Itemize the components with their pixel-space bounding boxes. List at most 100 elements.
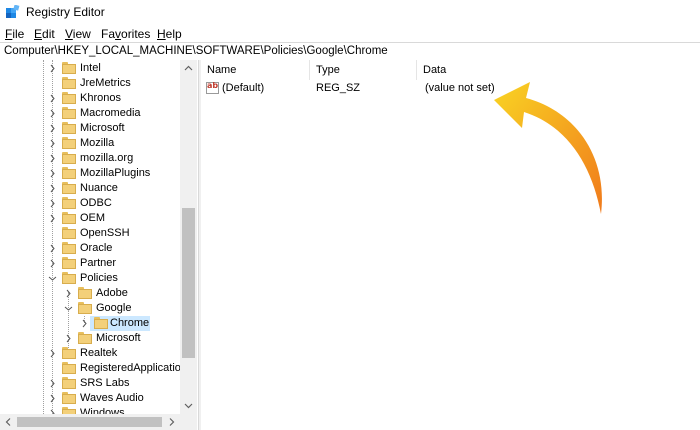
tree-item-adobe[interactable]: Adobe — [0, 286, 180, 301]
menu-edit[interactable]: Edit — [34, 27, 55, 41]
tree-item-mozillaplugins[interactable]: MozillaPlugins — [0, 166, 180, 181]
chevron-right-icon[interactable] — [48, 379, 57, 388]
tree-item-waves-audio[interactable]: Waves Audio — [0, 391, 180, 406]
tree-item-policies-microsoft[interactable]: Microsoft — [0, 331, 180, 346]
tree-vertical-scrollbar[interactable] — [180, 60, 197, 414]
chevron-right-icon[interactable] — [48, 169, 57, 178]
scroll-right-arrow-icon[interactable] — [163, 414, 180, 430]
tree-item-microsoft[interactable]: Microsoft — [0, 121, 180, 136]
address-path[interactable]: Computer\HKEY_LOCAL_MACHINE\SOFTWARE\Pol… — [4, 45, 388, 57]
folder-icon — [62, 137, 76, 149]
tree-item-label: Windows — [80, 407, 125, 414]
tree-item-label: RegisteredApplicatio — [80, 362, 180, 374]
tree-item-jremetrics[interactable]: JreMetrics — [0, 76, 180, 91]
tree-item-policies[interactable]: Policies — [0, 271, 180, 286]
tree-item-srs-labs[interactable]: SRS Labs — [0, 376, 180, 391]
tree-item-label: Policies — [80, 272, 118, 284]
folder-icon — [62, 152, 76, 164]
registry-editor-icon — [6, 5, 20, 18]
chevron-right-icon[interactable] — [48, 94, 57, 103]
column-header-name[interactable]: Name — [201, 60, 310, 80]
value-row[interactable]: ab (Default) REG_SZ (value not set) — [201, 80, 700, 97]
chevron-right-icon[interactable] — [48, 154, 57, 163]
chevron-right-icon[interactable] — [80, 319, 89, 328]
tree-item-mozilla-org[interactable]: mozilla.org — [0, 151, 180, 166]
chevron-right-icon[interactable] — [64, 289, 73, 298]
tree-item-oracle[interactable]: Oracle — [0, 241, 180, 256]
folder-icon — [62, 392, 76, 404]
menu-view[interactable]: View — [65, 27, 91, 41]
tree-item-label: Intel — [80, 62, 101, 74]
chevron-right-icon[interactable] — [48, 349, 57, 358]
scroll-up-arrow-icon[interactable] — [180, 60, 197, 77]
tree-item-label: OpenSSH — [80, 227, 130, 239]
folder-icon — [62, 347, 76, 359]
tree-item-openssh[interactable]: OpenSSH — [0, 226, 180, 241]
tree-item-label: Khronos — [80, 92, 121, 104]
annotation-arrow-icon — [494, 82, 602, 214]
folder-icon — [62, 377, 76, 389]
menu-help[interactable]: Help — [157, 27, 182, 41]
tree-item-chrome[interactable]: Chrome — [0, 316, 180, 331]
chevron-right-icon[interactable] — [64, 334, 73, 343]
chevron-right-icon[interactable] — [48, 109, 57, 118]
folder-icon — [78, 287, 92, 299]
tree-item-windows[interactable]: Windows — [0, 406, 180, 414]
folder-icon — [62, 212, 76, 224]
tree-item-odbc[interactable]: ODBC — [0, 196, 180, 211]
folder-icon — [62, 257, 76, 269]
scroll-down-arrow-icon[interactable] — [180, 397, 197, 414]
tree-item-oem[interactable]: OEM — [0, 211, 180, 226]
chevron-right-icon[interactable] — [48, 64, 57, 73]
key-tree-pane: Intel JreMetrics Khronos Macromedia Micr… — [0, 60, 198, 430]
menu-file[interactable]: File — [5, 27, 24, 41]
chevron-right-icon[interactable] — [48, 394, 57, 403]
folder-open-icon — [62, 272, 76, 284]
tree-item-mozilla[interactable]: Mozilla — [0, 136, 180, 151]
title-bar: Registry Editor — [0, 0, 700, 24]
tree-item-macromedia[interactable]: Macromedia — [0, 106, 180, 121]
folder-open-icon — [78, 302, 92, 314]
chevron-right-icon[interactable] — [48, 214, 57, 223]
tree-item-nuance[interactable]: Nuance — [0, 181, 180, 196]
tree-item-label: ODBC — [80, 197, 112, 209]
tree-item-google[interactable]: Google — [0, 301, 180, 316]
folder-icon — [62, 167, 76, 179]
folder-icon — [62, 242, 76, 254]
menu-favorites[interactable]: Favorites — [101, 27, 150, 41]
chevron-right-icon[interactable] — [48, 139, 57, 148]
folder-icon — [62, 62, 76, 74]
key-tree: Intel JreMetrics Khronos Macromedia Micr… — [0, 60, 180, 414]
tree-item-label: Adobe — [96, 287, 128, 299]
chevron-right-icon[interactable] — [48, 199, 57, 208]
tree-item-registeredapplications[interactable]: RegisteredApplicatio — [0, 361, 180, 376]
scrollbar-thumb[interactable] — [182, 208, 195, 358]
chevron-right-icon[interactable] — [48, 244, 57, 253]
tree-item-label: MozillaPlugins — [80, 167, 151, 179]
chevron-right-icon[interactable] — [48, 184, 57, 193]
scrollbar-thumb[interactable] — [17, 417, 162, 427]
tree-item-label: JreMetrics — [80, 77, 131, 89]
tree-item-label: Macromedia — [80, 107, 141, 119]
chevron-right-icon[interactable] — [48, 259, 57, 268]
tree-item-label: OEM — [80, 212, 106, 224]
folder-icon — [62, 182, 76, 194]
scrollbar-corner — [180, 414, 197, 430]
tree-item-khronos[interactable]: Khronos — [0, 91, 180, 106]
address-bar[interactable]: Computer\HKEY_LOCAL_MACHINE\SOFTWARE\Pol… — [0, 42, 700, 61]
tree-item-partner[interactable]: Partner — [0, 256, 180, 271]
chevron-down-icon[interactable] — [48, 274, 57, 283]
scroll-left-arrow-icon[interactable] — [0, 414, 17, 430]
tree-item-realtek[interactable]: Realtek — [0, 346, 180, 361]
chevron-right-icon[interactable] — [48, 124, 57, 133]
folder-icon — [62, 107, 76, 119]
tree-item-label: mozilla.org — [80, 152, 134, 164]
tree-item-intel[interactable]: Intel — [0, 61, 180, 76]
chevron-down-icon[interactable] — [64, 304, 73, 313]
folder-icon — [62, 122, 76, 134]
tree-horizontal-scrollbar[interactable] — [0, 414, 180, 430]
menu-bar: File Edit View Favorites Help — [0, 25, 700, 43]
column-header-type[interactable]: Type — [310, 60, 417, 80]
folder-icon — [78, 332, 92, 344]
tree-item-label: Oracle — [80, 242, 113, 254]
